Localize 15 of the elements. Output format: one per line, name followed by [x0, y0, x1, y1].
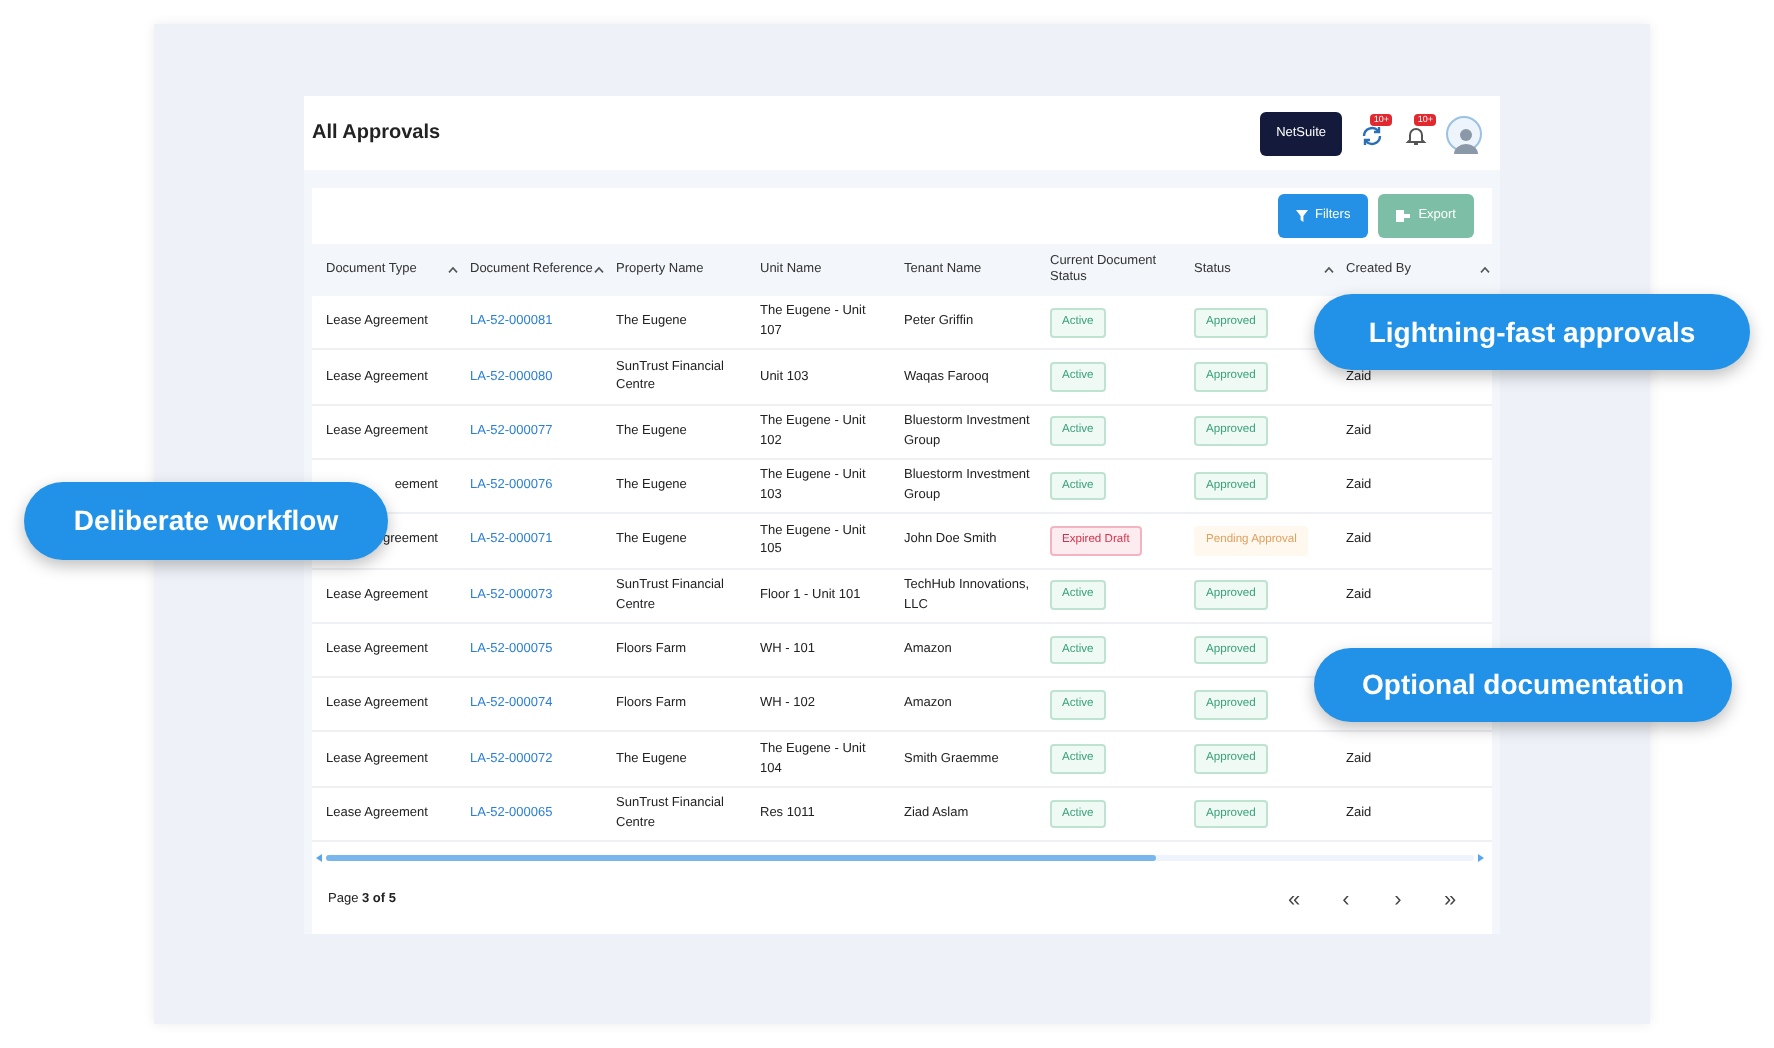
sort-icon[interactable]: [1480, 266, 1490, 275]
callout-label: Optional documentation: [1314, 648, 1732, 722]
callout-label: Lightning-fast approvals: [1314, 294, 1750, 370]
sort-icon[interactable]: [448, 266, 458, 275]
sort-icon[interactable]: [594, 266, 604, 275]
next-page-button[interactable]: ›: [1372, 883, 1424, 917]
last-page-button[interactable]: »: [1424, 883, 1476, 917]
avatar[interactable]: [1446, 115, 1482, 152]
page-title: All Approvals: [312, 120, 441, 149]
first-page-button[interactable]: «: [1268, 883, 1320, 917]
previous-page-button[interactable]: ‹: [1320, 883, 1372, 917]
export-icon: [1396, 210, 1411, 223]
horizontal-scrollbar[interactable]: [316, 850, 1488, 866]
filter-icon: [1295, 210, 1307, 223]
sort-icon[interactable]: [1324, 266, 1334, 275]
